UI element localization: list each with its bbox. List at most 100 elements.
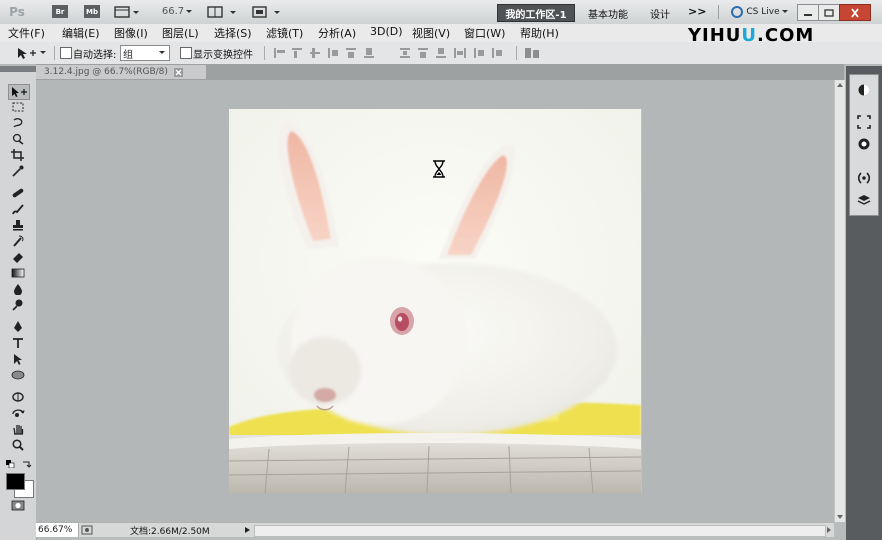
adjustments-panel-button[interactable] bbox=[855, 113, 873, 131]
arrow-right-icon bbox=[827, 527, 831, 533]
zoom-tool[interactable] bbox=[8, 438, 28, 452]
move-tool[interactable] bbox=[8, 84, 30, 100]
channels-panel-button[interactable] bbox=[855, 169, 873, 187]
healing-brush-tool[interactable] bbox=[8, 186, 28, 200]
menu-analysis[interactable]: 分析(A) bbox=[318, 25, 356, 41]
masks-panel-button[interactable] bbox=[855, 135, 873, 153]
type-tool[interactable] bbox=[8, 336, 28, 350]
view-extras-icon bbox=[114, 5, 139, 18]
menu-filter[interactable]: 滤镜(T) bbox=[266, 25, 303, 41]
menu-select[interactable]: 选择(S) bbox=[214, 25, 252, 41]
auto-select-checkbox[interactable] bbox=[60, 47, 72, 59]
pen-tool[interactable] bbox=[8, 320, 28, 334]
crop-tool[interactable] bbox=[8, 148, 28, 162]
default-colors-button[interactable] bbox=[6, 460, 16, 468]
scroll-down-button[interactable] bbox=[835, 512, 845, 522]
restore-button[interactable] bbox=[818, 4, 840, 21]
vertical-scrollbar[interactable] bbox=[834, 80, 845, 522]
magnifier-icon bbox=[12, 439, 24, 451]
status-zoom-field[interactable]: 66.67% bbox=[36, 523, 79, 537]
menu-view[interactable]: 视图(V) bbox=[412, 25, 450, 41]
layers-panel-button[interactable] bbox=[855, 191, 873, 209]
3d-orbit-icon bbox=[12, 409, 25, 417]
tool-preset-picker[interactable] bbox=[14, 45, 48, 61]
3d-rotate-tool[interactable] bbox=[8, 390, 28, 404]
3d-orbit-tool[interactable] bbox=[8, 406, 28, 420]
marquee-tool[interactable] bbox=[8, 100, 28, 114]
history-brush-icon bbox=[13, 235, 24, 247]
options-divider bbox=[52, 45, 56, 61]
menu-image[interactable]: 图像(I) bbox=[114, 25, 148, 41]
panel-icon-column bbox=[849, 74, 879, 216]
shape-tool[interactable] bbox=[8, 368, 28, 382]
horizontal-scrollbar[interactable] bbox=[254, 525, 826, 537]
status-menu-button[interactable] bbox=[242, 524, 252, 536]
minimize-icon bbox=[804, 13, 812, 16]
status-info-button[interactable] bbox=[80, 524, 94, 536]
zoom-level-select[interactable]: 66.7 bbox=[158, 4, 198, 19]
chevron-down-icon bbox=[186, 9, 193, 13]
menu-window[interactable]: 窗口(W) bbox=[464, 25, 505, 41]
stamp-icon bbox=[13, 220, 23, 231]
application-bar: Ps Br Mb 66.7 我的工作区-1 基本功能 设计 >> CS Live bbox=[0, 0, 882, 25]
color-panel-button[interactable] bbox=[855, 81, 873, 99]
menu-file[interactable]: 文件(F) bbox=[8, 25, 45, 41]
ellipse-shape-icon bbox=[11, 370, 25, 380]
close-icon bbox=[851, 7, 859, 18]
menu-3d[interactable]: 3D(D) bbox=[370, 25, 403, 38]
workspace-my-workspace[interactable]: 我的工作区-1 bbox=[497, 4, 575, 22]
screen-mode-icon bbox=[252, 5, 280, 18]
eyedropper-tool[interactable] bbox=[8, 164, 28, 178]
gradient-tool[interactable] bbox=[8, 266, 28, 280]
swap-colors-button[interactable] bbox=[22, 460, 32, 468]
menu-layer[interactable]: 图层(L) bbox=[162, 25, 199, 41]
foreground-color-swatch[interactable] bbox=[6, 473, 25, 490]
brush-tool[interactable] bbox=[8, 202, 28, 216]
menu-edit[interactable]: 编辑(E) bbox=[62, 25, 100, 41]
auto-select-dropdown[interactable]: 组 bbox=[120, 45, 170, 61]
cs-live-button[interactable]: CS Live bbox=[724, 4, 796, 20]
hand-tool[interactable] bbox=[8, 422, 28, 436]
view-extras-button[interactable] bbox=[114, 4, 140, 19]
screen-mode-button[interactable] bbox=[250, 4, 284, 19]
lasso-tool[interactable] bbox=[8, 116, 28, 130]
mini-bridge-button[interactable]: Mb bbox=[84, 5, 100, 18]
close-window-button[interactable] bbox=[839, 4, 871, 21]
masks-icon bbox=[858, 138, 870, 150]
workspace-essentials[interactable]: 基本功能 bbox=[588, 6, 628, 21]
dodge-tool[interactable] bbox=[8, 298, 28, 312]
close-icon bbox=[175, 69, 182, 75]
arrow-up-icon bbox=[837, 83, 843, 87]
close-tab-button[interactable] bbox=[173, 67, 183, 77]
show-transform-checkbox[interactable] bbox=[180, 47, 192, 59]
quick-mask-button[interactable] bbox=[8, 498, 28, 512]
arrange-documents-button[interactable] bbox=[206, 4, 240, 19]
document-tab[interactable]: 3.12.4.jpg @ 66.7%(RGB/8) bbox=[36, 65, 206, 79]
type-icon bbox=[13, 338, 23, 348]
align-icons bbox=[274, 48, 374, 58]
cs-live-label: CS Live bbox=[746, 7, 780, 17]
chevron-down-icon bbox=[781, 10, 788, 13]
layers-icon bbox=[857, 195, 871, 205]
scroll-up-button[interactable] bbox=[835, 80, 845, 90]
default-colors-icon bbox=[6, 460, 15, 468]
history-brush-tool[interactable] bbox=[8, 234, 28, 248]
auto-align-icon bbox=[525, 48, 539, 58]
auto-align-layers-button[interactable] bbox=[522, 45, 542, 61]
channels-icon bbox=[857, 172, 871, 184]
minimize-button[interactable] bbox=[797, 4, 819, 21]
eraser-tool[interactable] bbox=[8, 250, 28, 264]
hourglass-cursor-icon bbox=[432, 160, 446, 178]
quick-selection-tool[interactable] bbox=[8, 132, 28, 146]
blur-tool[interactable] bbox=[8, 282, 28, 296]
bridge-button[interactable]: Br bbox=[52, 5, 68, 18]
tools-panel-grip[interactable] bbox=[0, 66, 36, 72]
menu-help[interactable]: 帮助(H) bbox=[520, 25, 559, 41]
workspace-design[interactable]: 设计 bbox=[650, 6, 670, 21]
clone-stamp-tool[interactable] bbox=[8, 218, 28, 232]
scroll-right-button[interactable] bbox=[824, 524, 834, 536]
more-workspaces-button[interactable]: >> bbox=[688, 5, 706, 18]
dodge-icon bbox=[12, 299, 23, 311]
pen-icon bbox=[14, 321, 22, 332]
path-selection-tool[interactable] bbox=[8, 352, 28, 366]
